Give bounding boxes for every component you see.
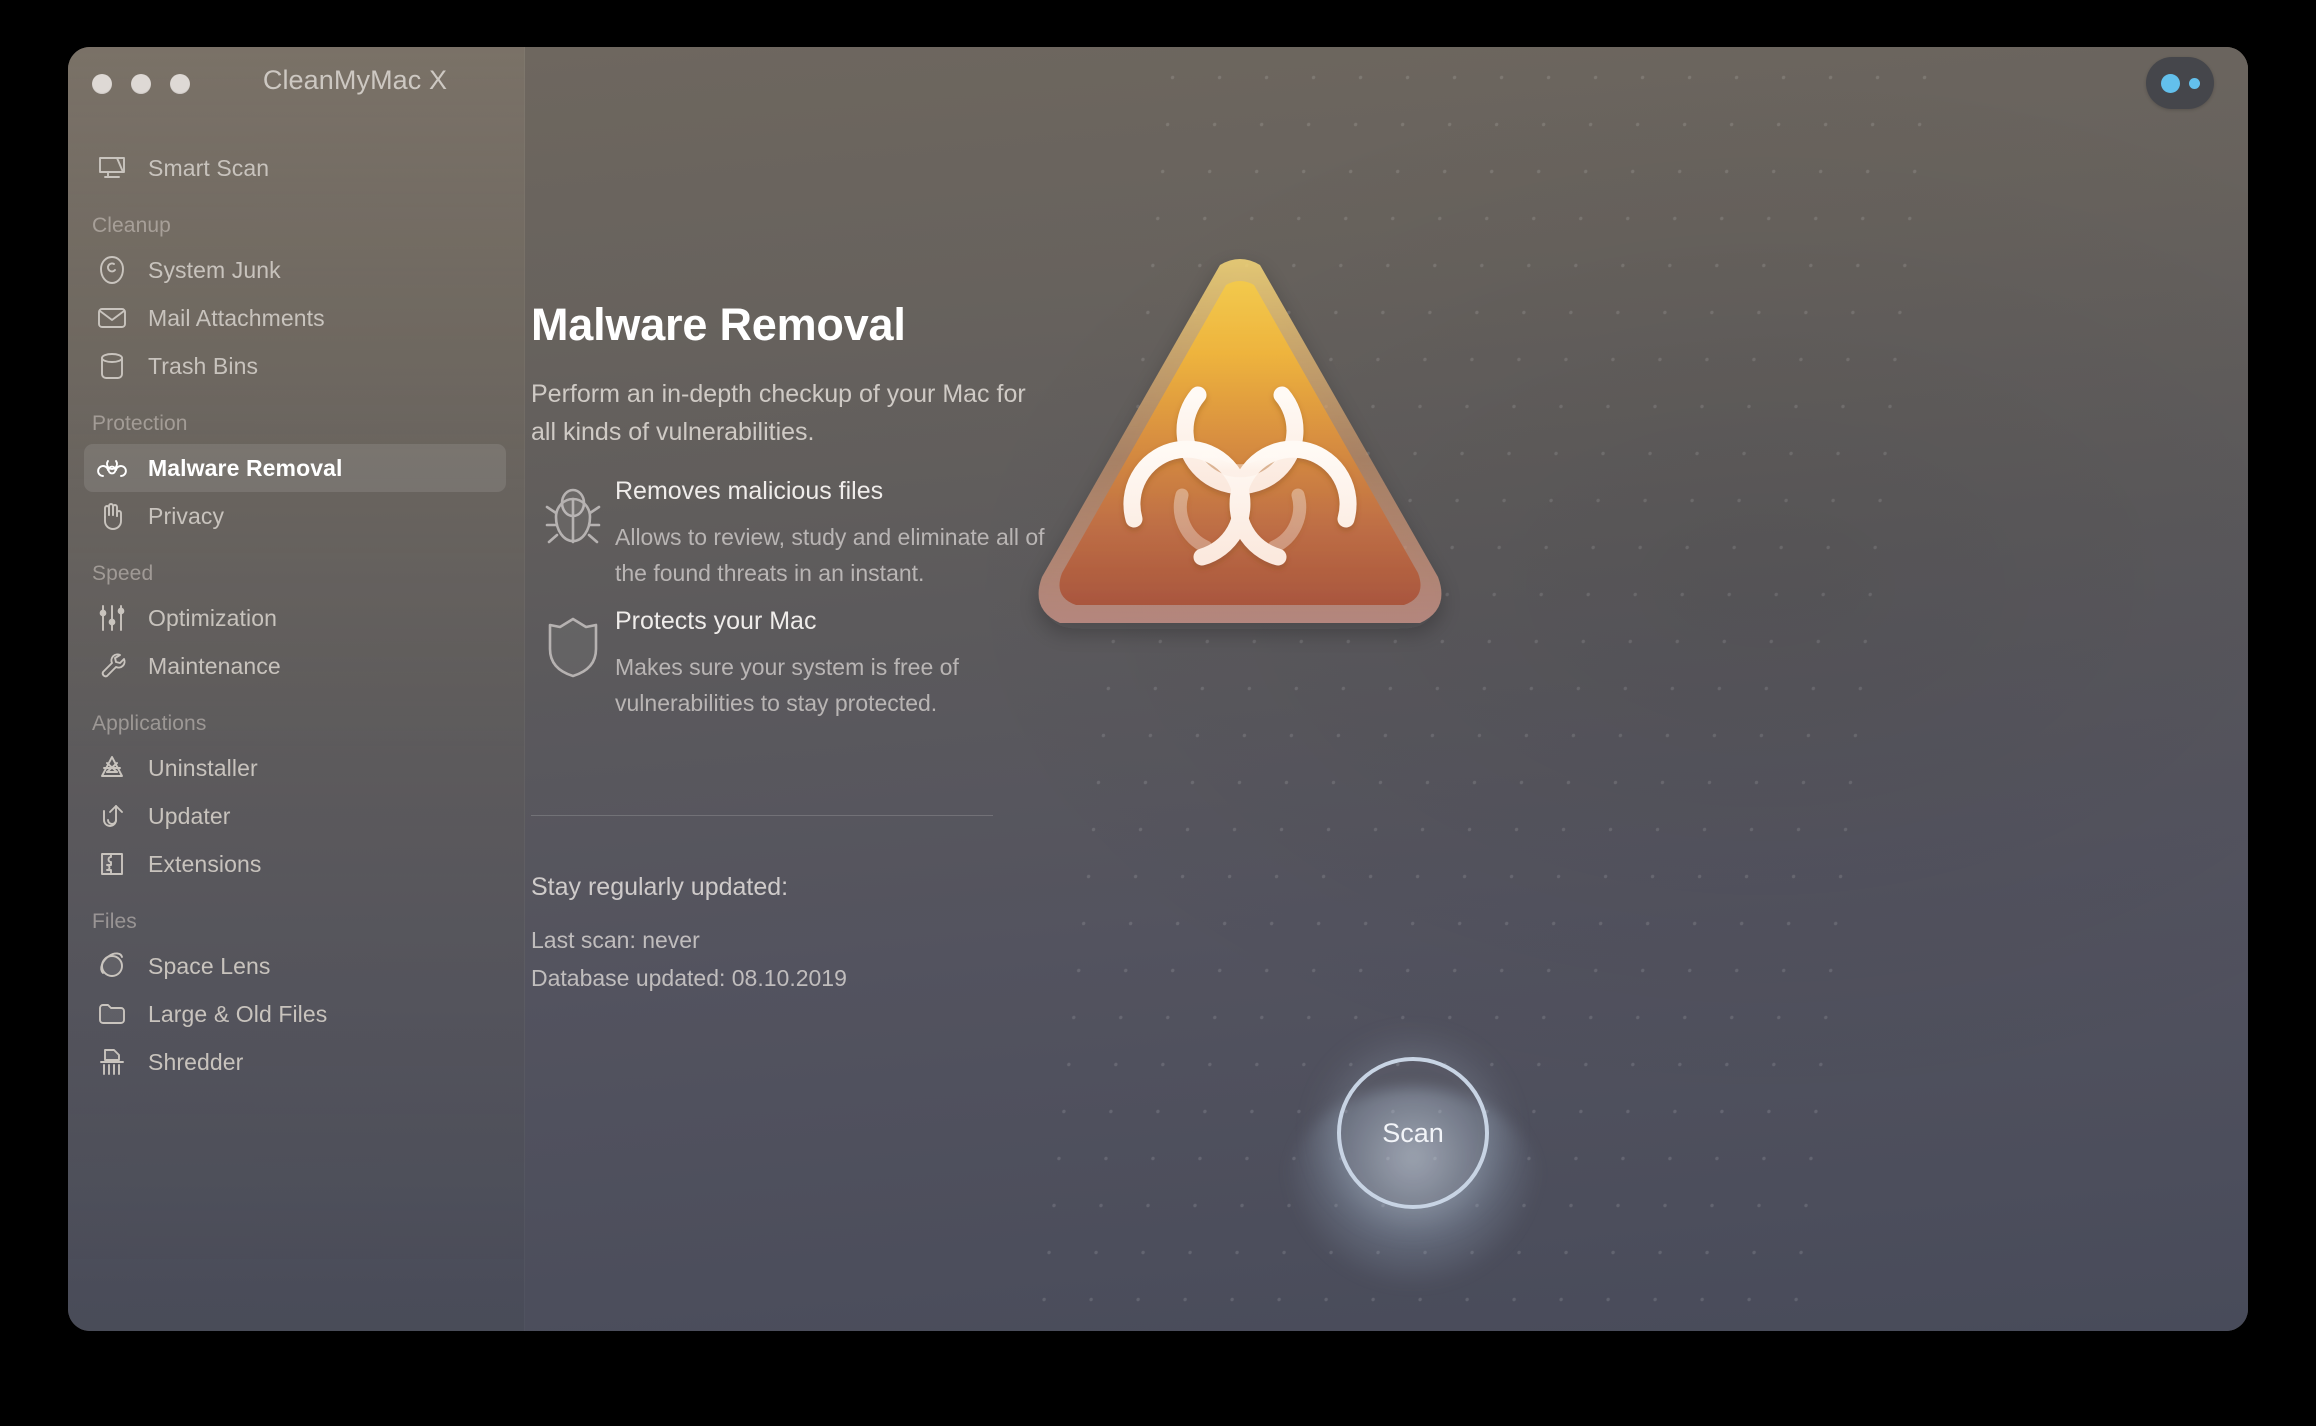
puzzle-icon — [92, 848, 132, 880]
status-heading: Stay regularly updated: — [531, 873, 789, 901]
database-updated-status: Database updated: 08.10.2019 — [531, 965, 847, 991]
refresh-up-icon — [92, 800, 132, 832]
feature-text: Removes malicious files Allows to review… — [615, 477, 1051, 591]
sidebar-item-updater[interactable]: Updater — [84, 792, 506, 840]
minimize-button[interactable] — [131, 74, 151, 94]
planet-icon — [92, 950, 132, 982]
junk-icon — [92, 254, 132, 286]
close-button[interactable] — [92, 74, 112, 94]
sidebar-item-label: Mail Attachments — [148, 304, 325, 331]
envelope-icon — [92, 302, 132, 334]
sidebar: CleanMyMac X Smart Scan Cleanup System Jun… — [68, 47, 525, 1331]
sidebar-item-smart-scan[interactable]: Smart Scan — [84, 144, 506, 192]
sidebar-section-label: Cleanup — [92, 214, 171, 237]
sidebar-section-label: Speed — [92, 562, 154, 585]
main-content: Malware Removal Perform an in-depth chec… — [525, 47, 2248, 1331]
feature-title: Removes malicious files — [615, 477, 884, 505]
sidebar-item-label: Smart Scan — [148, 154, 270, 181]
sidebar-section-label: Files — [92, 910, 137, 933]
sidebar-item-space-lens[interactable]: Space Lens — [84, 942, 506, 990]
sidebar-item-extensions[interactable]: Extensions — [84, 840, 506, 888]
feature-description: Allows to review, study and eliminate al… — [615, 524, 1045, 586]
sidebar-item-label: Optimization — [148, 604, 278, 631]
feature-row: Removes malicious files Allows to review… — [531, 477, 1051, 591]
page-title: Malware Removal — [531, 299, 906, 350]
scan-button[interactable]: Scan — [1337, 1057, 1489, 1209]
biohazard-icon — [92, 452, 132, 484]
sidebar-item-label: Updater — [148, 802, 231, 829]
app-stack-icon — [92, 752, 132, 784]
feature-row: Protects your Mac Makes sure your system… — [531, 607, 1051, 721]
application-window: Malware Removal Perform an in-depth chec… — [68, 47, 2248, 1331]
shredder-icon — [92, 1046, 132, 1078]
sidebar-item-system-junk[interactable]: System Junk — [84, 246, 506, 294]
section-divider — [531, 815, 993, 816]
sidebar-item-malware-removal[interactable]: Malware Removal — [84, 444, 506, 492]
page-subtitle: Perform an in-depth checkup of your Mac … — [531, 380, 1026, 446]
wrench-icon — [92, 650, 132, 682]
notification-dot-large — [2160, 73, 2180, 93]
sidebar-section-label: Applications — [92, 712, 207, 735]
sliders-icon — [92, 602, 132, 634]
sidebar-item-label: Maintenance — [148, 652, 281, 679]
sidebar-item-privacy[interactable]: Privacy — [84, 492, 506, 540]
sidebar-item-large-old-files[interactable]: Large & Old Files — [84, 990, 506, 1038]
bug-icon — [531, 477, 615, 551]
sidebar-item-label: Extensions — [148, 850, 262, 877]
traffic-light-buttons — [92, 74, 190, 94]
feature-text: Protects your Mac Makes sure your system… — [615, 607, 1051, 721]
sidebar-item-label: Space Lens — [148, 952, 271, 979]
sidebar-item-maintenance[interactable]: Maintenance — [84, 642, 506, 690]
sidebar-item-uninstaller[interactable]: Uninstaller — [84, 744, 506, 792]
sidebar-item-label: Malware Removal — [148, 454, 343, 481]
sidebar-nav: Smart Scan Cleanup System Junk Mail Attachm… — [68, 144, 524, 1086]
hand-icon — [92, 500, 132, 532]
display-icon — [92, 152, 132, 184]
sidebar-item-label: Uninstaller — [148, 754, 258, 781]
sidebar-section-label: Protection — [92, 412, 188, 435]
feature-description: Makes sure your system is free of vulner… — [615, 654, 959, 716]
sidebar-item-label: Privacy — [148, 502, 225, 529]
sidebar-item-trash-bins[interactable]: Trash Bins — [84, 342, 506, 390]
biohazard-warning-triangle-icon — [1030, 247, 1450, 657]
trash-bin-icon — [92, 350, 132, 382]
sidebar-item-label: Trash Bins — [148, 352, 259, 379]
notification-button[interactable] — [2146, 57, 2214, 109]
sidebar-item-label: Large & Old Files — [148, 1000, 328, 1027]
window-title: CleanMyMac X — [262, 65, 448, 95]
sidebar-item-shredder[interactable]: Shredder — [84, 1038, 506, 1086]
folder-icon — [92, 998, 132, 1030]
notification-dot-small — [2188, 77, 2200, 89]
last-scan-status: Last scan: never — [531, 927, 700, 953]
sidebar-item-mail-attachments[interactable]: Mail Attachments — [84, 294, 506, 342]
shield-icon — [531, 607, 615, 679]
sidebar-item-optimization[interactable]: Optimization — [84, 594, 506, 642]
sidebar-item-label: Shredder — [148, 1048, 244, 1075]
sidebar-item-label: System Junk — [148, 256, 281, 283]
feature-title: Protects your Mac — [615, 607, 817, 635]
